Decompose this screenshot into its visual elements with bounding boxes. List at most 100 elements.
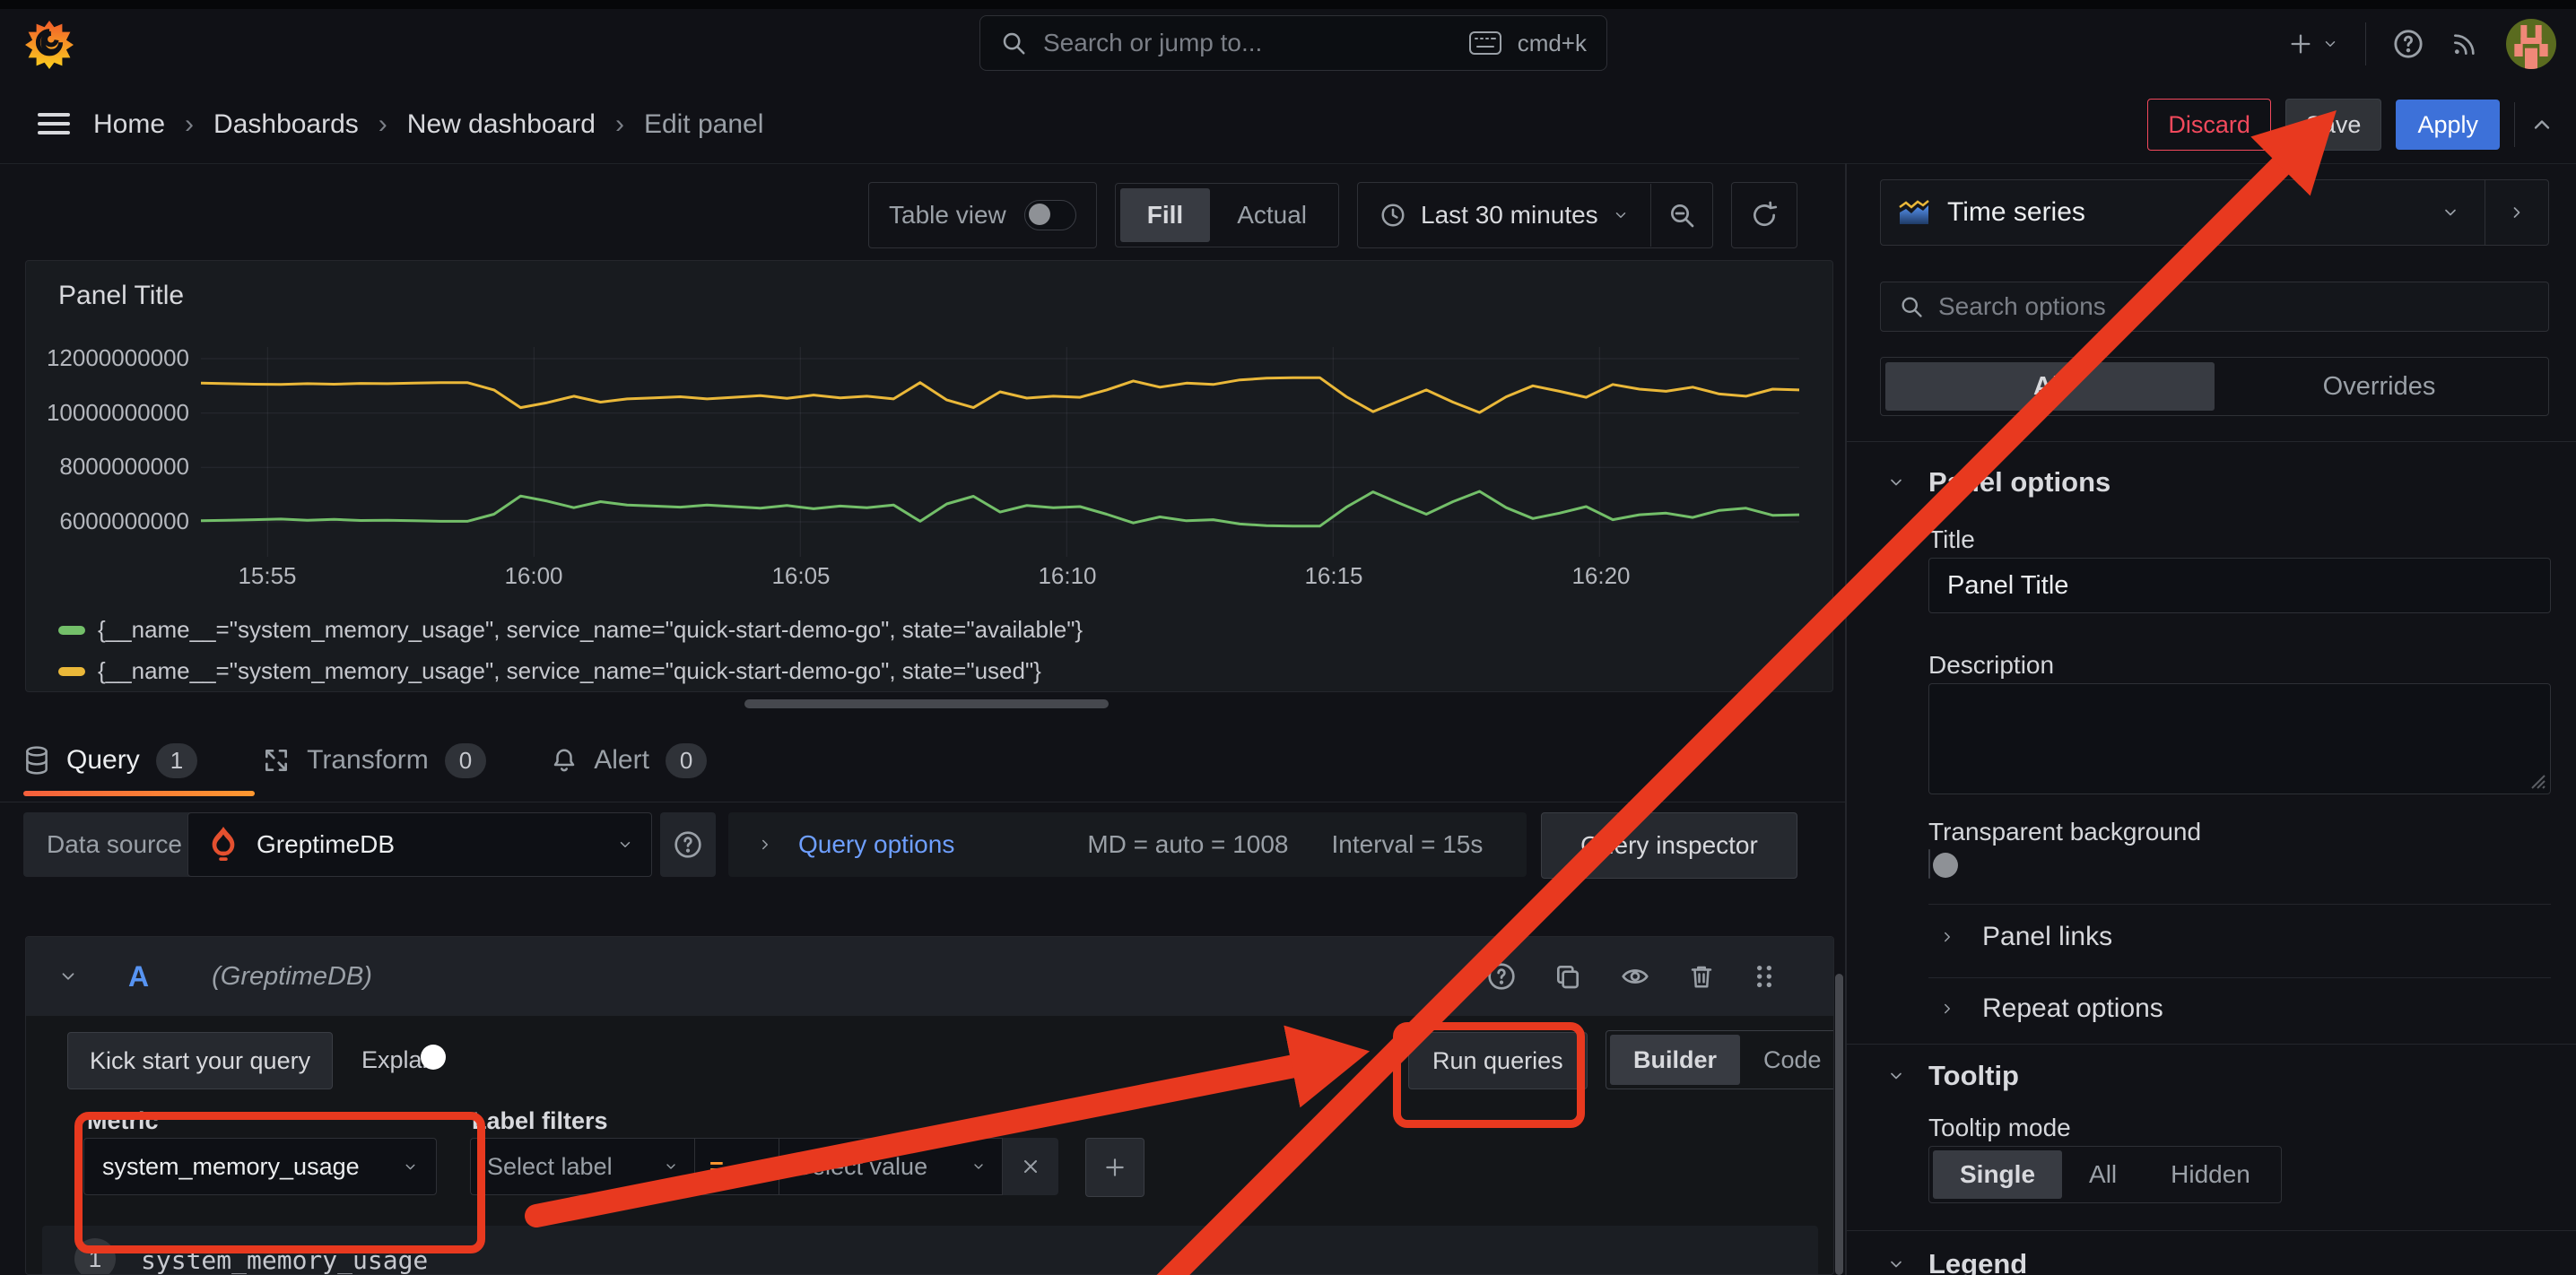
zoom-out-icon	[1667, 201, 1696, 230]
duplicate-query-icon[interactable]	[1553, 962, 1582, 991]
operator-value: =	[709, 1153, 740, 1181]
label-select[interactable]: Select label	[470, 1138, 694, 1195]
breadcrumb-dashboards[interactable]: Dashboards	[213, 109, 359, 140]
tooltip-hidden-option[interactable]: Hidden	[2144, 1150, 2277, 1199]
refresh-button[interactable]	[1731, 182, 1797, 248]
preview-index-badge: 1	[74, 1238, 116, 1275]
legend-header[interactable]: Legend	[1887, 1248, 2027, 1275]
tab-overrides[interactable]: Overrides	[2215, 362, 2544, 411]
grafana-logo[interactable]	[25, 18, 74, 72]
edit-actions: Discard Save Apply	[2147, 99, 2554, 151]
table-view-control: Table view	[868, 182, 1097, 248]
panel-title-input[interactable]	[1928, 558, 2551, 613]
options-search-placeholder: Search options	[1938, 292, 2106, 321]
search-shortcut: cmd+k	[1518, 30, 1587, 57]
refresh-icon	[1750, 201, 1779, 230]
chevron-down-icon	[1887, 473, 1905, 491]
apply-button[interactable]: Apply	[2396, 100, 2500, 150]
query-ref-id[interactable]: A	[128, 960, 149, 993]
query-help-icon[interactable]	[1487, 962, 1516, 991]
query-options-bar[interactable]: Query options MD = auto = 1008 Interval …	[728, 812, 1527, 877]
timeseries-viz-icon	[1899, 200, 1929, 225]
toggle-viz-pane-button[interactable]	[2485, 204, 2548, 221]
options-tabs: All Overrides	[1880, 357, 2549, 416]
actual-option[interactable]: Actual	[1210, 188, 1334, 242]
remove-filter-button[interactable]	[1003, 1138, 1058, 1195]
collapse-pane-button[interactable]	[2529, 112, 2554, 137]
tooltip-all-option[interactable]: All	[2062, 1150, 2144, 1199]
query-inspector-button[interactable]: Query inspector	[1541, 812, 1797, 879]
builder-option[interactable]: Builder	[1610, 1035, 1740, 1085]
y-axis-tick: 10000000000	[0, 399, 189, 427]
save-button[interactable]: Save	[2285, 99, 2382, 151]
zoom-out-button[interactable]	[1651, 201, 1712, 230]
transparent-background-toggle[interactable]	[1928, 849, 1930, 879]
fill-option[interactable]: Fill	[1120, 188, 1210, 242]
global-search[interactable]: Search or jump to... cmd+k	[979, 15, 1607, 71]
avatar[interactable]	[2506, 19, 2556, 69]
table-view-toggle[interactable]	[1024, 200, 1076, 230]
datasource-picker[interactable]: GreptimeDB	[187, 812, 652, 877]
value-select[interactable]: Select value	[779, 1138, 1003, 1195]
code-option[interactable]: Code	[1740, 1035, 1834, 1085]
run-queries-button[interactable]: Run queries	[1408, 1032, 1588, 1089]
time-range-picker[interactable]: Last 30 minutes	[1358, 201, 1650, 230]
horizontal-scrollbar-thumb[interactable]	[744, 699, 1109, 708]
operator-select[interactable]: =	[694, 1138, 779, 1195]
delete-query-icon[interactable]	[1688, 962, 1715, 991]
collapse-query-icon[interactable]	[58, 967, 78, 986]
legend-label: {__name__="system_memory_usage", service…	[98, 616, 1083, 644]
vertical-scrollbar-thumb[interactable]	[1835, 974, 1843, 1275]
discard-button[interactable]: Discard	[2147, 99, 2271, 151]
fill-actual-switch: Fill Actual	[1115, 183, 1339, 247]
chevron-down-icon	[2441, 204, 2459, 221]
tooltip-header[interactable]: Tooltip	[1887, 1060, 2019, 1092]
legend-title: Legend	[1928, 1248, 2027, 1275]
legend-item-available[interactable]: {__name__="system_memory_usage", service…	[58, 616, 1083, 644]
kick-start-button[interactable]: Kick start your query	[67, 1032, 333, 1089]
drag-handle-icon[interactable]	[1753, 962, 1776, 991]
hide-query-icon[interactable]	[1620, 962, 1650, 991]
tab-all[interactable]: All	[1885, 362, 2215, 411]
query-row-header[interactable]: A (GreptimeDB)	[26, 937, 1833, 1016]
query-preview-row: 1 system_memory_usage Fetch all series m…	[42, 1226, 1818, 1275]
description-textarea[interactable]	[1928, 683, 2551, 794]
news-rss-button[interactable]	[2450, 30, 2479, 58]
section-divider	[1847, 441, 2576, 442]
bell-icon	[551, 746, 578, 775]
chevron-down-icon	[971, 1159, 986, 1174]
panel-options-header[interactable]: Panel options	[1887, 466, 2110, 499]
repeat-options-section[interactable]: Repeat options	[1939, 993, 2163, 1024]
label-select-placeholder: Select label	[487, 1153, 653, 1181]
tab-transform[interactable]: Transform 0	[262, 743, 486, 778]
resize-handle-icon[interactable]	[2528, 772, 2546, 790]
help-button[interactable]	[2393, 29, 2424, 59]
chevron-right-icon	[1939, 929, 1955, 945]
tab-alert[interactable]: Alert 0	[551, 743, 707, 778]
options-search[interactable]: Search options	[1880, 282, 2549, 332]
legend-item-used[interactable]: {__name__="system_memory_usage", service…	[58, 657, 1041, 685]
breadcrumb-new-dashboard[interactable]: New dashboard	[407, 109, 596, 140]
add-filter-button[interactable]	[1085, 1138, 1144, 1197]
tab-query[interactable]: Query 1	[23, 743, 197, 778]
tooltip-single-option[interactable]: Single	[1933, 1150, 2062, 1199]
menu-toggle[interactable]	[38, 111, 70, 136]
visualization-name: Time series	[1947, 197, 2441, 228]
breadcrumb-home[interactable]: Home	[93, 109, 165, 140]
panel-links-section[interactable]: Panel links	[1939, 922, 2112, 952]
hamburger-icon	[38, 111, 70, 136]
x-axis-tick: 16:05	[747, 562, 855, 590]
tab-transform-count: 0	[445, 743, 486, 778]
add-button[interactable]	[2288, 31, 2338, 56]
database-icon	[23, 745, 50, 776]
plus-icon	[2288, 31, 2313, 56]
metric-select[interactable]: system_memory_usage	[83, 1138, 437, 1195]
query-datasource-hint: (GreptimeDB)	[212, 962, 372, 992]
panel-links-label: Panel links	[1982, 922, 2112, 952]
datasource-help-button[interactable]	[660, 812, 716, 877]
chevron-down-icon	[751, 1160, 764, 1174]
search-icon	[1899, 294, 1924, 319]
visualization-picker[interactable]: Time series	[1880, 179, 2549, 246]
chevron-down-icon	[403, 1159, 418, 1175]
plus-icon	[1103, 1156, 1127, 1179]
